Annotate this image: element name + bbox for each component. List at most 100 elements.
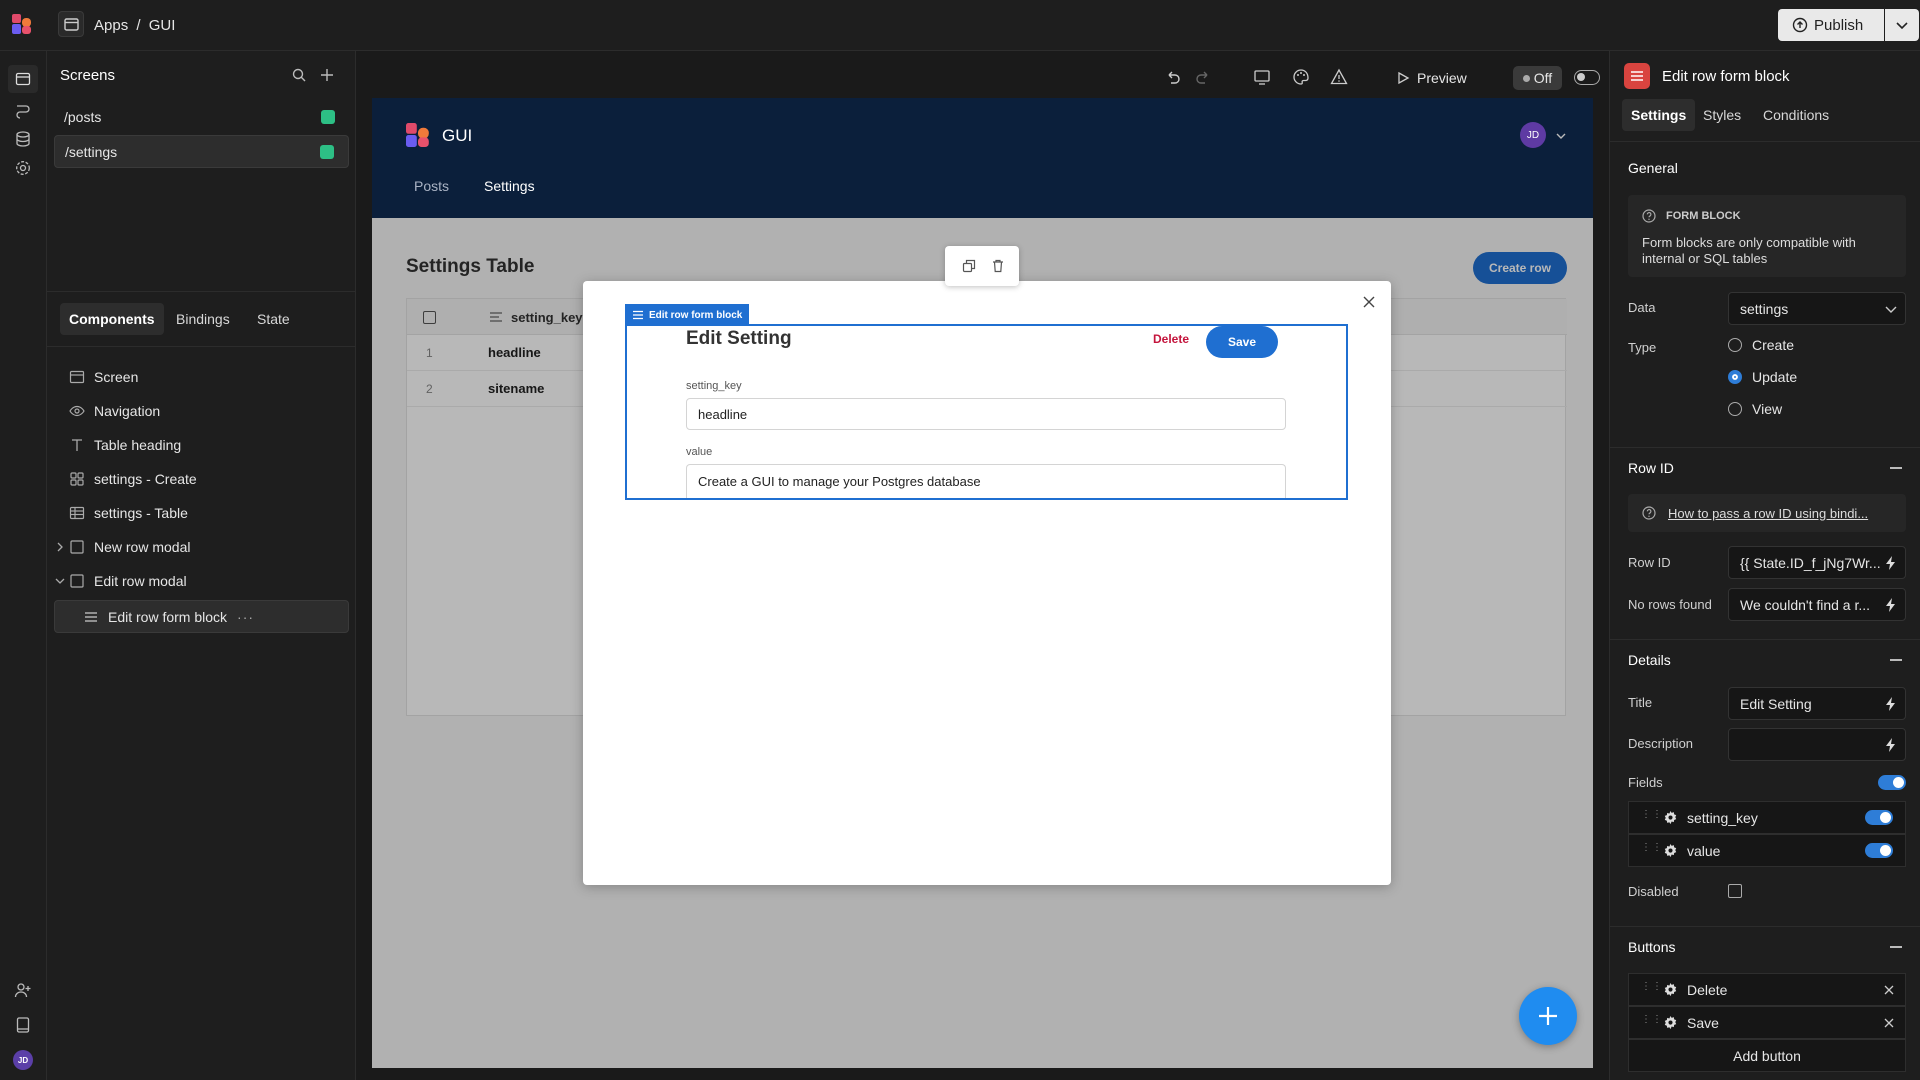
gear-icon[interactable] [1663,982,1678,997]
title-input[interactable]: Edit Setting [1728,687,1906,720]
radio-selected[interactable] [1728,370,1742,384]
field-item-setting-key[interactable]: ⋮⋮ setting_key [1628,801,1906,834]
rail-docs-button[interactable] [14,1016,32,1034]
search-screens-button[interactable] [291,67,307,83]
delete-component-button[interactable] [990,258,1006,274]
screen-item-posts[interactable]: /posts [54,100,349,133]
off-status-badge[interactable]: Off [1513,66,1562,90]
lightning-icon[interactable] [1883,737,1899,753]
tab-conditions[interactable]: Conditions [1754,99,1838,131]
setting-key-field[interactable]: headline [686,398,1286,430]
rail-invite-button[interactable] [14,981,32,999]
screen-item-settings[interactable]: /settings [54,135,349,168]
lightning-icon[interactable] [1883,597,1899,613]
drag-handle-icon[interactable]: ⋮⋮ [1641,982,1663,992]
row-id-input[interactable]: {{ State.ID_f_jNg7Wr... [1728,546,1906,579]
publish-options-button[interactable] [1885,9,1919,41]
chevron-down-icon[interactable] [1555,130,1567,142]
field-enabled-toggle[interactable] [1865,810,1893,825]
live-toggle[interactable] [1574,70,1600,85]
tree-item-edit-row-form-block[interactable]: Edit row form block ··· [54,600,349,633]
add-screen-button[interactable] [319,67,335,83]
breadcrumb-app[interactable]: GUI [149,17,176,34]
type-option-create[interactable]: Create [1728,337,1794,353]
theme-button[interactable] [1292,68,1310,86]
close-modal-button[interactable] [1361,294,1377,310]
nav-link-settings[interactable]: Settings [484,178,535,194]
nav-link-posts[interactable]: Posts [414,178,449,194]
save-button[interactable]: Save [1206,326,1278,358]
rail-settings-button[interactable] [14,159,32,177]
disabled-checkbox[interactable] [1728,884,1742,898]
undo-button[interactable] [1164,68,1182,86]
fields-toggle[interactable] [1878,775,1906,790]
tree-item-label: Navigation [94,403,161,419]
data-label: Data [1628,300,1656,315]
collapse-icon[interactable] [1890,946,1902,948]
screens-heading: Screens [60,67,116,84]
tree-item-settings-create[interactable]: settings - Create [69,462,197,496]
duplicate-button[interactable] [961,258,977,274]
tree-item-settings-table[interactable]: settings - Table [69,496,188,530]
tab-components[interactable]: Components [60,303,164,335]
toggle-sidebar-button[interactable] [58,11,84,37]
collapse-icon[interactable] [1890,467,1902,469]
close-icon[interactable] [1883,1017,1895,1029]
tree-item-new-row-modal[interactable]: New row modal [55,530,190,564]
breadcrumb-apps[interactable]: Apps [94,17,128,34]
add-component-fab[interactable] [1519,987,1577,1045]
collapse-icon[interactable] [1890,659,1902,661]
drag-handle-icon[interactable]: ⋮⋮ [1641,1015,1663,1025]
add-button-button[interactable]: Add button [1628,1039,1906,1072]
device-preview-button[interactable] [1253,68,1271,86]
edit-row-form-block[interactable]: Edit row form block Edit Setting Delete … [625,304,1348,500]
tree-item-navigation[interactable]: Navigation [69,394,160,428]
warnings-button[interactable] [1330,68,1348,86]
drag-handle-icon[interactable]: ⋮⋮ [1641,843,1663,853]
value-field[interactable]: Create a GUI to manage your Postgres dat… [686,464,1286,498]
radio-unselected[interactable] [1728,338,1742,352]
lightning-icon[interactable] [1883,696,1899,712]
divider [1610,141,1920,142]
preview-button[interactable]: Preview [1396,67,1467,89]
app-user-avatar[interactable]: JD [1520,122,1546,148]
close-icon[interactable] [1883,984,1895,996]
title-label: Title [1628,695,1653,710]
button-item-delete[interactable]: ⋮⋮ Delete [1628,973,1906,1006]
rail-screens-button[interactable] [8,65,38,93]
button-item-save[interactable]: ⋮⋮ Save [1628,1006,1906,1039]
chevron-down-icon[interactable] [55,576,65,586]
type-option-update[interactable]: Update [1728,369,1797,385]
row-id-help-link[interactable]: How to pass a row ID using bindi... [1668,506,1868,521]
rail-automation-button[interactable] [14,101,32,119]
rail-data-button[interactable] [14,130,32,148]
tab-state[interactable]: State [248,303,299,335]
user-avatar[interactable]: JD [13,1050,33,1070]
field-item-value[interactable]: ⋮⋮ value [1628,834,1906,867]
data-select[interactable]: settings [1728,292,1906,325]
tree-item-screen[interactable]: Screen [69,360,138,394]
delete-button[interactable]: Delete [1153,332,1189,346]
drag-handle-icon[interactable]: ⋮⋮ [1641,810,1663,820]
sidebar-icon [64,18,79,31]
more-options-icon[interactable]: ··· [237,609,254,625]
tab-styles[interactable]: Styles [1694,99,1750,131]
screen-path: /posts [64,108,102,125]
gear-icon[interactable] [1663,1015,1678,1030]
no-rows-found-input[interactable]: We couldn't find a r... [1728,588,1906,621]
tree-item-edit-row-modal[interactable]: Edit row modal [55,564,187,598]
lightning-icon[interactable] [1883,555,1899,571]
tab-settings[interactable]: Settings [1622,99,1696,131]
chevron-right-icon[interactable] [55,542,65,552]
gear-icon[interactable] [1663,810,1678,825]
tree-item-table-heading[interactable]: Table heading [69,428,181,462]
type-option-view[interactable]: View [1728,401,1782,417]
gear-icon[interactable] [1663,843,1678,858]
description-input[interactable] [1728,728,1906,761]
field-item-label: value [1687,842,1721,859]
field-enabled-toggle[interactable] [1865,843,1893,858]
redo-button[interactable] [1194,68,1212,86]
publish-button[interactable]: Publish [1778,9,1884,41]
tab-bindings[interactable]: Bindings [167,303,239,335]
radio-unselected[interactable] [1728,402,1742,416]
